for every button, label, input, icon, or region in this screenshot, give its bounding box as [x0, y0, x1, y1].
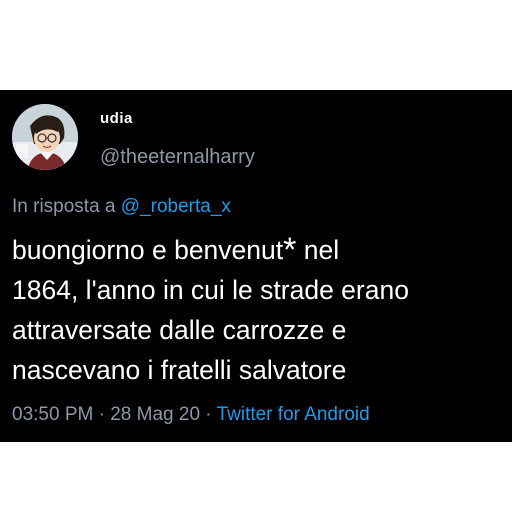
tweet-text-segment: buongiorno e benvenut [12, 235, 284, 265]
tweet-text: buongiorno e benvenut* nel 1864, l'anno … [12, 230, 508, 390]
screenshot-canvas: udia @theeternalharry In risposta a @_ro… [0, 0, 512, 512]
reply-to-link[interactable]: @_roberta_x [121, 196, 231, 217]
user-handle[interactable]: @theeternalharry [100, 146, 255, 169]
tweet-source-link[interactable]: Twitter for Android [217, 404, 370, 425]
tweet-date[interactable]: 28 Mag 20 [110, 404, 200, 425]
tweet-text-line: attraversate dalle carrozze e [12, 315, 347, 345]
tweet-text-line: nascevano i fratelli salvatore [12, 355, 347, 385]
reply-context: In risposta a @_roberta_x [12, 196, 231, 218]
avatar[interactable] [12, 104, 78, 170]
tweet-text-line: 1864, l'anno in cui le strade erano [12, 275, 409, 305]
tweet-text-line: buongiorno e benvenut* nel [12, 230, 508, 270]
meta-separator: · [200, 404, 217, 425]
tweet-time[interactable]: 03:50 PM [12, 404, 93, 425]
reply-prefix: In risposta a [12, 196, 116, 217]
avatar-image-icon [12, 104, 78, 170]
tweet-metadata: 03:50 PM · 28 Mag 20 · Twitter for Andro… [12, 404, 370, 426]
tweet-card[interactable]: udia @theeternalharry In risposta a @_ro… [0, 90, 512, 442]
display-name[interactable]: udia [100, 110, 133, 127]
tweet-text-segment: nel [296, 235, 340, 265]
asterisk-glyph: * [283, 231, 297, 269]
meta-separator: · [93, 404, 111, 425]
